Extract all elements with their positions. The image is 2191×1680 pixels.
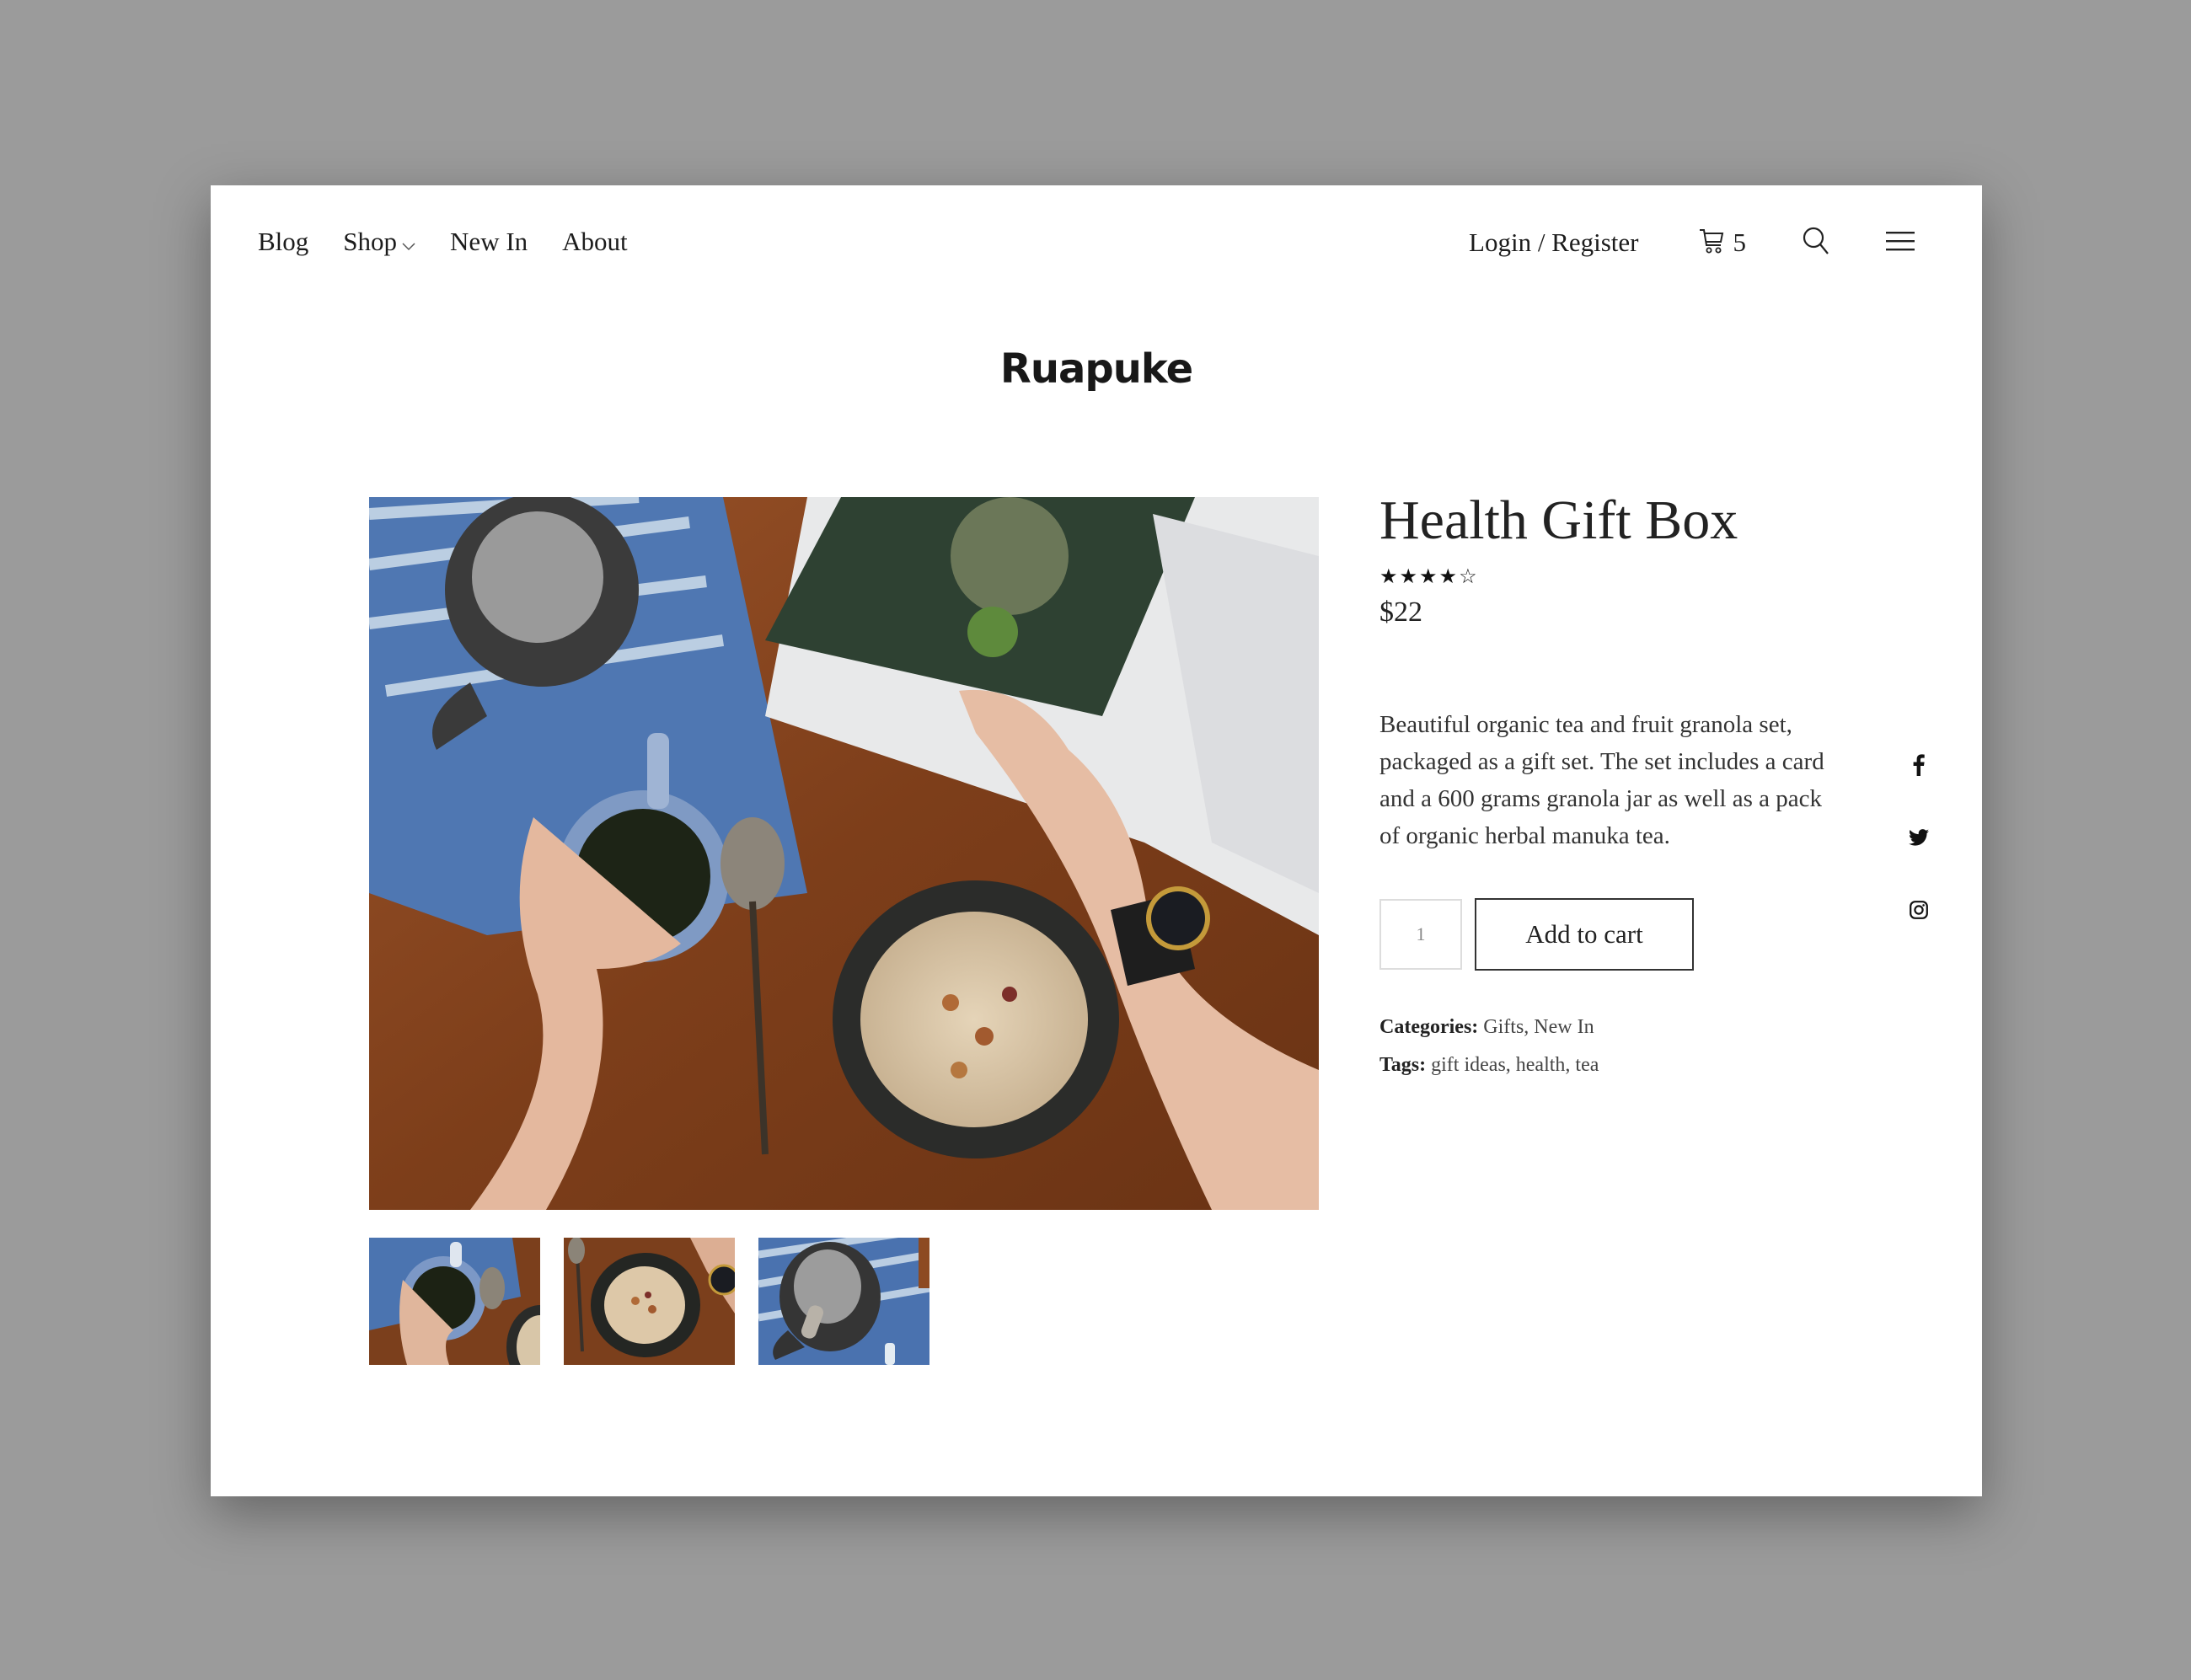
categories-row: Categories: Gifts, New In — [1379, 1016, 1851, 1039]
add-to-cart-form: Add to cart — [1379, 897, 1851, 971]
nav-about[interactable]: About — [562, 227, 628, 257]
star-rating[interactable]: ★★★★☆ — [1379, 564, 1851, 588]
product-photo — [369, 497, 1319, 1210]
nav-shop-label: Shop — [343, 227, 398, 256]
category-link[interactable]: Gifts — [1483, 1016, 1524, 1038]
nav-blog[interactable]: Blog — [258, 227, 308, 257]
twitter-icon — [1909, 829, 1929, 849]
product-price: $22 — [1379, 596, 1422, 628]
main-nav: Blog Shop New In About — [258, 226, 662, 258]
nav-new-in[interactable]: New In — [450, 227, 528, 257]
quantity-input[interactable] — [1379, 898, 1462, 970]
facebook-share-button[interactable] — [1902, 750, 1936, 784]
thumbnail-gallery — [369, 1238, 953, 1365]
login-register-link[interactable]: Login / Register — [1469, 227, 1638, 258]
product-main-image[interactable] — [369, 497, 1319, 1210]
instagram-icon — [1910, 901, 1928, 923]
category-link[interactable]: New In — [1534, 1016, 1594, 1038]
search-button[interactable] — [1802, 226, 1830, 259]
instagram-share-button[interactable] — [1902, 895, 1936, 928]
thumbnail-2[interactable] — [564, 1238, 735, 1365]
product-description: Beautiful organic tea and fruit granola … — [1379, 710, 1824, 849]
product-details: Health Gift Box ★★★★☆ $22 Beautiful orga… — [1379, 489, 1851, 1092]
separator: , — [1505, 1053, 1516, 1076]
thumbnail-3[interactable] — [758, 1238, 929, 1365]
tag-link[interactable]: tea — [1575, 1054, 1599, 1076]
categories-label: Categories: — [1379, 1015, 1479, 1038]
thumbnail-1[interactable] — [369, 1238, 540, 1365]
search-icon — [1802, 226, 1830, 259]
tags-row: Tags: gift ideas, health, tea — [1379, 1054, 1851, 1077]
site-logo[interactable]: Ruapuke — [211, 345, 1982, 393]
separator: , — [1524, 1015, 1535, 1038]
nav-new-in-label: New In — [450, 227, 528, 256]
product-meta: Categories: Gifts, New In Tags: gift ide… — [1379, 1016, 1851, 1077]
tag-link[interactable]: gift ideas — [1431, 1054, 1506, 1076]
add-to-cart-button[interactable]: Add to cart — [1475, 897, 1694, 971]
cart-count: 5 — [1733, 227, 1747, 257]
hamburger-menu-icon — [1886, 230, 1915, 255]
menu-button[interactable] — [1886, 230, 1915, 255]
nav-blog-label: Blog — [258, 227, 309, 256]
tag-link[interactable]: health — [1516, 1054, 1566, 1076]
chevron-down-icon — [402, 227, 415, 258]
social-share — [1902, 750, 1936, 967]
nav-about-label: About — [562, 227, 628, 256]
tags-label: Tags: — [1379, 1053, 1427, 1076]
twitter-share-button[interactable] — [1902, 822, 1936, 856]
nav-shop[interactable]: Shop — [343, 226, 415, 258]
cart-button[interactable]: 5 — [1698, 227, 1747, 259]
cart-icon — [1698, 227, 1725, 259]
header-actions: Login / Register 5 — [1469, 226, 1915, 259]
facebook-icon — [1913, 754, 1925, 779]
product-title: Health Gift Box — [1379, 490, 1738, 551]
product-page-card: Blog Shop New In About Login / Register … — [211, 185, 1982, 1496]
separator: , — [1565, 1053, 1576, 1076]
